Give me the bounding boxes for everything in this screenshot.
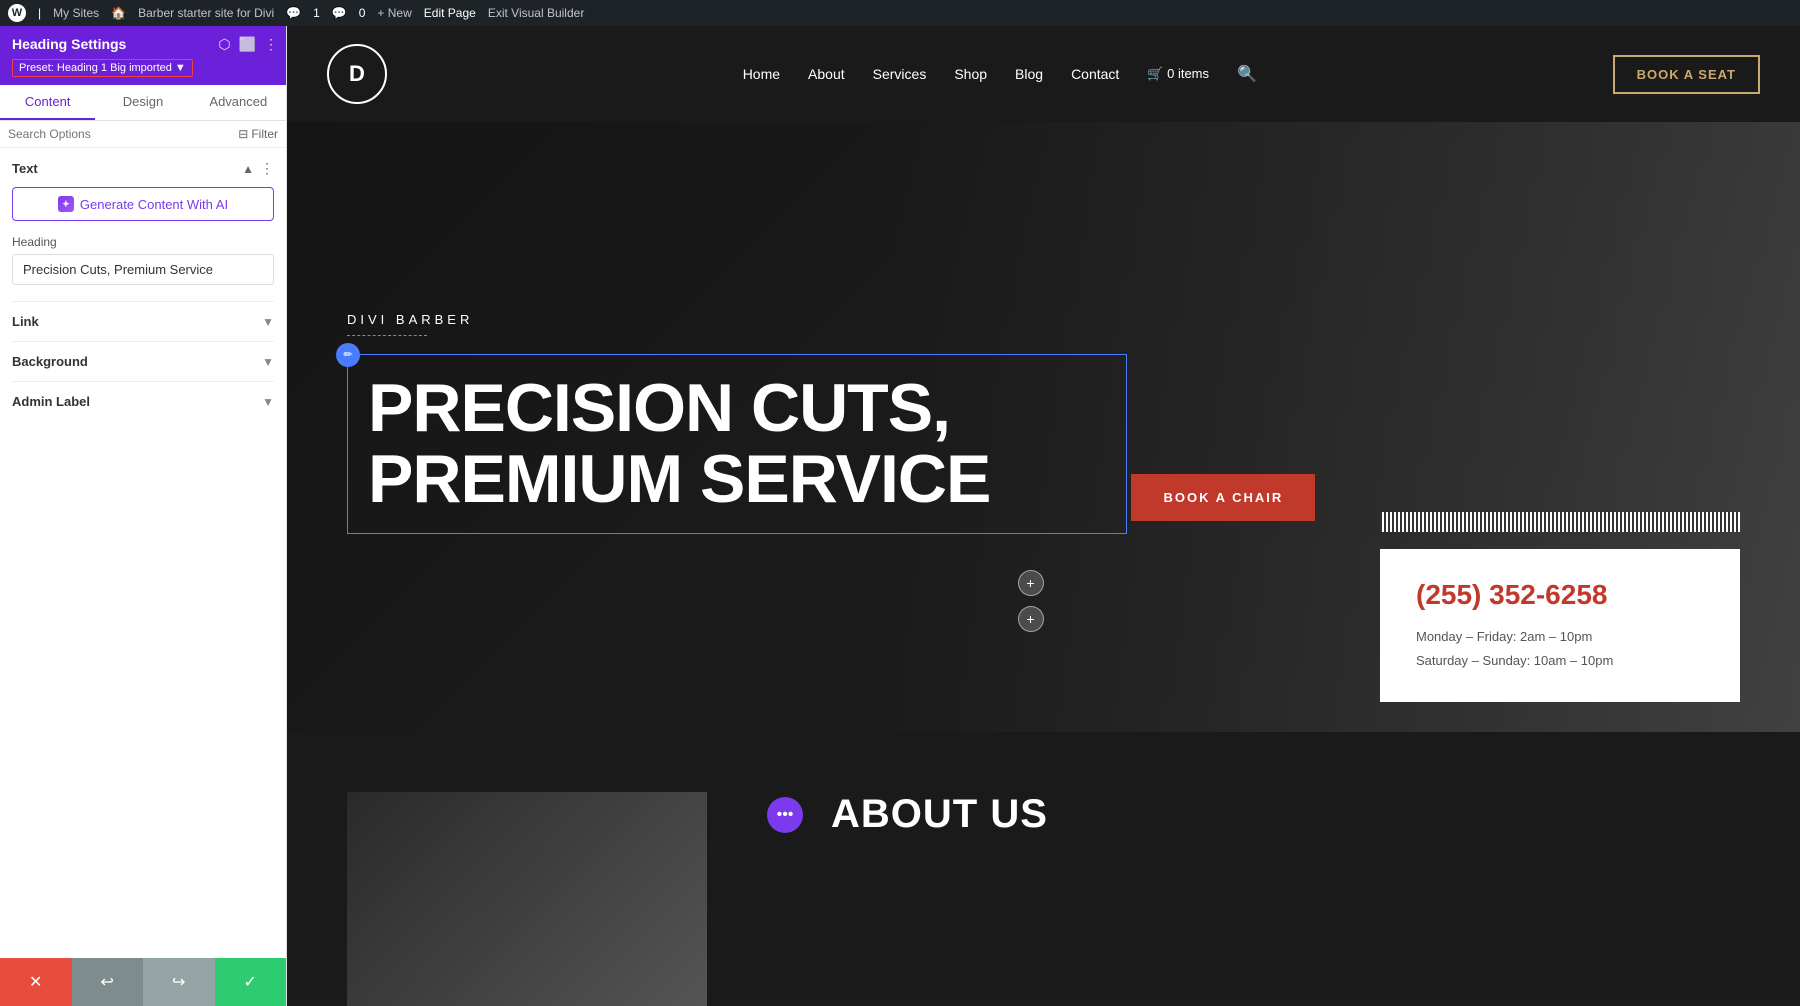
- info-card: (255) 352-6258 Monday – Friday: 2am – 10…: [1380, 549, 1740, 702]
- comments-badge: 0: [359, 6, 366, 20]
- cart-icon[interactable]: 🛒 0 items: [1147, 66, 1209, 82]
- phone-number: (255) 352-6258: [1416, 579, 1704, 611]
- hero-add-area: + +: [1018, 570, 1044, 632]
- panel-content: Text ▲ ⋮ ✦ Generate Content With AI Head…: [0, 148, 286, 958]
- panel-tabs: Content Design Advanced: [0, 85, 286, 121]
- book-seat-button[interactable]: BOOK A SEAT: [1613, 55, 1760, 94]
- site-nav: D Home About Services Shop Blog Contact …: [287, 26, 1800, 122]
- search-input[interactable]: [8, 127, 232, 141]
- text-section-more-icon[interactable]: ⋮: [260, 160, 274, 177]
- about-text: ••• ABOUT US: [767, 792, 1048, 837]
- panel-footer: ✕ ↩ ↪ ✓: [0, 958, 286, 1006]
- save-preset-icon[interactable]: ⬡: [218, 36, 230, 53]
- expand-icon[interactable]: ⬜: [239, 36, 256, 53]
- admin-bar: W | My Sites 🏠 Barber starter site for D…: [0, 0, 1800, 26]
- edit-page-link[interactable]: Edit Page: [424, 6, 476, 20]
- pencil-icon: ✏: [343, 348, 352, 361]
- about-title: ABOUT US: [831, 792, 1048, 837]
- close-icon: ✕: [29, 972, 42, 992]
- panel-header: Heading Settings ⬡ ⬜ ⋮ Preset: Heading 1…: [0, 26, 286, 85]
- comments-count: 1: [313, 6, 320, 20]
- hours-weekday: Monday – Friday: 2am – 10pm Saturday – S…: [1416, 625, 1704, 672]
- hero-heading-box[interactable]: ✏ PRECISION CUTS, PREMIUM SERVICE: [347, 354, 1127, 535]
- tab-design[interactable]: Design: [95, 85, 190, 120]
- site-nav-links: Home About Services Shop Blog Contact 🛒 …: [743, 64, 1257, 84]
- site-name-link[interactable]: Barber starter site for Divi: [138, 6, 274, 20]
- text-section-title: Text: [12, 161, 38, 176]
- wp-icon: W: [8, 4, 26, 22]
- close-button[interactable]: ✕: [0, 958, 72, 1006]
- new-link[interactable]: + New: [377, 6, 411, 20]
- site-logo: D: [327, 44, 387, 104]
- my-sites-link[interactable]: My Sites: [53, 6, 99, 20]
- search-row: ⊟ Filter: [0, 121, 286, 148]
- undo-icon: ↩: [101, 972, 114, 992]
- link-section-title: Link: [12, 314, 39, 329]
- link-section-header[interactable]: Link ▼: [12, 314, 274, 329]
- nav-about[interactable]: About: [808, 66, 845, 82]
- nav-services[interactable]: Services: [873, 66, 927, 82]
- search-nav-icon[interactable]: 🔍: [1237, 64, 1257, 84]
- more-options-bubble[interactable]: •••: [767, 797, 803, 833]
- preview-area: D Home About Services Shop Blog Contact …: [287, 26, 1800, 1006]
- undo-button[interactable]: ↩: [72, 958, 144, 1006]
- panel-header-icons: ⬡ ⬜ ⋮: [218, 36, 278, 53]
- hero-heading: PRECISION CUTS, PREMIUM SERVICE: [368, 373, 1106, 516]
- about-image-inner: [347, 792, 707, 1006]
- exit-builder-link[interactable]: Exit Visual Builder: [488, 6, 585, 20]
- about-image: [347, 792, 707, 1006]
- background-section-header[interactable]: Background ▼: [12, 354, 274, 369]
- background-section: Background ▼: [12, 341, 274, 381]
- admin-label-section-header[interactable]: Admin Label ▼: [12, 394, 274, 409]
- save-icon: ✓: [244, 972, 257, 992]
- ai-button-label: Generate Content With AI: [80, 197, 228, 212]
- left-panel: Heading Settings ⬡ ⬜ ⋮ Preset: Heading 1…: [0, 26, 287, 1006]
- tab-content[interactable]: Content: [0, 85, 95, 120]
- main-layout: Heading Settings ⬡ ⬜ ⋮ Preset: Heading 1…: [0, 26, 1800, 1006]
- heading-field-label: Heading: [12, 235, 274, 249]
- background-chevron-icon: ▼: [262, 355, 274, 369]
- background-section-title: Background: [12, 354, 88, 369]
- about-section: ••• ABOUT US: [287, 732, 1800, 1006]
- nav-home[interactable]: Home: [743, 66, 780, 82]
- more-icon[interactable]: ⋮: [264, 36, 278, 53]
- admin-label-section: Admin Label ▼: [12, 381, 274, 421]
- admin-label-chevron-icon: ▼: [262, 395, 274, 409]
- add-module-button-1[interactable]: +: [1018, 570, 1044, 596]
- hero-section: DIVI BARBER ✏ PRECISION CUTS, PREMIUM SE…: [287, 122, 1800, 732]
- chevron-up-icon[interactable]: ▲: [242, 162, 254, 176]
- nav-blog[interactable]: Blog: [1015, 66, 1043, 82]
- tab-advanced[interactable]: Advanced: [191, 85, 286, 120]
- filter-label: Filter: [251, 127, 278, 141]
- section-toggle: ▲ ⋮: [242, 160, 274, 177]
- ai-icon: ✦: [58, 196, 74, 212]
- add-module-button-2[interactable]: +: [1018, 606, 1044, 632]
- hero-subtitle: DIVI BARBER: [347, 312, 1740, 327]
- edit-pencil-icon: ✏: [336, 343, 360, 367]
- link-chevron-icon: ▼: [262, 315, 274, 329]
- hero-divider: [347, 335, 427, 336]
- link-section: Link ▼: [12, 301, 274, 341]
- barcode-strip: [1380, 512, 1740, 532]
- nav-shop[interactable]: Shop: [954, 66, 987, 82]
- filter-button[interactable]: ⊟ Filter: [238, 127, 278, 141]
- admin-bar-separator2: 💬: [286, 6, 301, 20]
- preset-badge[interactable]: Preset: Heading 1 Big imported ▼: [12, 59, 193, 77]
- redo-button[interactable]: ↪: [143, 958, 215, 1006]
- book-chair-button[interactable]: BOOK A CHAIR: [1131, 474, 1315, 521]
- admin-bar-icon: 🏠: [111, 6, 126, 20]
- text-section-header: Text ▲ ⋮: [12, 160, 274, 177]
- admin-bar-separator: |: [38, 6, 41, 20]
- nav-contact[interactable]: Contact: [1071, 66, 1119, 82]
- heading-input[interactable]: [12, 254, 274, 285]
- admin-bar-separator3: 💬: [332, 6, 347, 20]
- filter-icon: ⊟: [238, 127, 248, 141]
- admin-label-title: Admin Label: [12, 394, 90, 409]
- ai-generate-button[interactable]: ✦ Generate Content With AI: [12, 187, 274, 221]
- save-button[interactable]: ✓: [215, 958, 287, 1006]
- redo-icon: ↪: [172, 972, 185, 992]
